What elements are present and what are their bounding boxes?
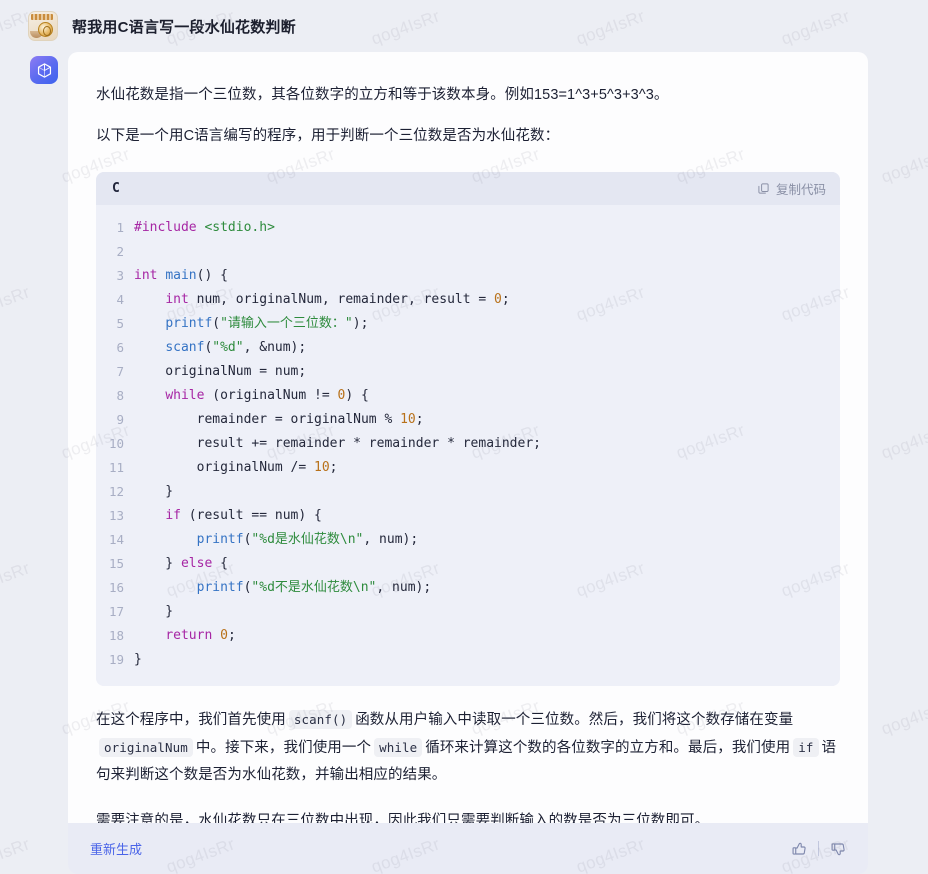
paragraph-intro: 水仙花数是指一个三位数，其各位数字的立方和等于该数本身。例如153=1^3+5^… [96, 87, 669, 103]
inline-code-if: if [793, 738, 819, 757]
code-line: 18 return 0; [96, 624, 840, 648]
line-number: 10 [108, 436, 124, 451]
line-number: 18 [108, 628, 124, 643]
inline-code-while: while [374, 738, 423, 757]
line-number: 17 [108, 604, 124, 619]
user-message-row: 帮我用C语言写一段水仙花数判断 [0, 0, 928, 52]
line-number: 19 [108, 652, 124, 667]
user-message-text: 帮我用C语言写一段水仙花数判断 [72, 18, 296, 36]
line-number: 8 [116, 388, 124, 403]
watermark-text: qog4IsRr [0, 834, 33, 874]
watermark-text: qog4IsRr [0, 282, 33, 325]
code-line: 1 #include <stdio.h> [96, 216, 840, 240]
explanation-text-4: 循环来计算这个数的各位数字的立方和。最后，我们使用 [425, 740, 791, 756]
user-avatar [28, 11, 58, 41]
paragraph-explanation: 在这个程序中，我们首先使用 scanf() 函数从用户输入中读取一个三位数。然后，我… [96, 706, 840, 789]
line-number: 5 [116, 316, 124, 331]
line-number: 9 [116, 412, 124, 427]
code-line: 8 while (originalNum != 0) { [96, 384, 840, 408]
line-number: 12 [108, 484, 124, 499]
code-block: C 复制代码 1 #include <stdio.h> 2 3 int main… [96, 172, 840, 686]
copy-icon [758, 183, 769, 194]
line-content: while (originalNum != 0) { [165, 388, 369, 403]
watermark-text: qog4IsRr [0, 558, 33, 601]
regenerate-button[interactable]: 重新生成 [90, 839, 142, 858]
code-line: 4 int num, originalNum, remainder, resul… [96, 288, 840, 312]
line-content: } [134, 652, 142, 667]
code-line: 9 remainder = originalNum % 10; [96, 408, 840, 432]
code-line: 16 printf("%d不是水仙花数\n", num); [96, 576, 840, 600]
paragraph-lead-in: 以下是一个用C语言编写的程序，用于判断一个三位数是否为水仙花数： [96, 128, 560, 144]
avatar-decor-bar [31, 14, 53, 20]
watermark-text: qog4IsRr [878, 420, 928, 463]
code-line: 13 if (result == num) { [96, 504, 840, 528]
code-language-label: C [112, 181, 120, 196]
line-number: 11 [108, 460, 124, 475]
line-content: originalNum = num; [134, 364, 307, 379]
watermark-text: qog4IsRr [878, 696, 928, 739]
line-number: 6 [116, 340, 124, 355]
line-content: #include <stdio.h> [134, 220, 275, 235]
line-content: } [134, 604, 174, 619]
line-content: int main() { [134, 268, 228, 283]
line-content: } else { [134, 556, 228, 571]
watermark-text: qog4IsRr [878, 144, 928, 187]
code-line: 2 [96, 240, 840, 264]
thumbs-down-icon[interactable] [830, 841, 846, 857]
line-number: 2 [116, 244, 124, 259]
code-line: 17 } [96, 600, 840, 624]
line-content: printf("请输入一个三位数："); [165, 316, 369, 331]
line-number: 14 [108, 532, 124, 547]
inline-code-originalnum: originalNum [99, 738, 193, 757]
cube-icon [37, 62, 51, 78]
code-line: 10 result += remainder * remainder * rem… [96, 432, 840, 456]
message-footer: 重新生成 [68, 823, 868, 874]
feedback-divider [818, 841, 819, 856]
feedback-controls [791, 841, 846, 857]
line-content: result += remainder * remainder * remain… [134, 436, 541, 451]
line-content: return 0; [165, 628, 236, 643]
inline-code-scanf: scanf() [288, 710, 353, 729]
line-content: if (result == num) { [165, 508, 322, 523]
thumbs-up-icon[interactable] [791, 841, 807, 857]
line-content: scanf("%d", &num); [165, 340, 307, 355]
line-number: 3 [116, 268, 124, 283]
explanation-text-2: 函数从用户输入中读取一个三位数。然后，我们将这个数存储在变量 [355, 712, 794, 728]
line-content: remainder = originalNum % 10; [134, 412, 424, 427]
chat-page: 帮我用C语言写一段水仙花数判断 水仙花数是指一个三位数，其各位数字的立方和等于该… [0, 0, 928, 874]
code-line: 12 } [96, 480, 840, 504]
explanation-text-1: 在这个程序中，我们首先使用 [96, 712, 286, 728]
explanation-text-3: 中。接下来，我们使用一个 [195, 740, 372, 756]
line-content: int num, originalNum, remainder, result … [165, 292, 510, 307]
line-number: 13 [108, 508, 124, 523]
line-number: 1 [116, 220, 124, 235]
code-block-header: C 复制代码 [96, 172, 840, 205]
avatar-decor-coin [38, 22, 53, 37]
code-line: 15 } else { [96, 552, 840, 576]
copy-code-label: 复制代码 [775, 183, 826, 197]
line-number: 4 [116, 292, 124, 307]
line-content: originalNum /= 10; [134, 460, 338, 475]
code-line: 11 originalNum /= 10; [96, 456, 840, 480]
code-line: 6 scanf("%d", &num); [96, 336, 840, 360]
code-line: 19 } [96, 648, 840, 672]
code-block-body[interactable]: 1 #include <stdio.h> 2 3 int main() { 4 … [96, 205, 840, 686]
line-content: } [134, 484, 174, 499]
line-content: printf("%d不是水仙花数\n", num); [196, 580, 432, 595]
line-number: 15 [108, 556, 124, 571]
code-line: 3 int main() { [96, 264, 840, 288]
line-number: 7 [116, 364, 124, 379]
code-line: 5 printf("请输入一个三位数："); [96, 312, 840, 336]
code-line: 7 originalNum = num; [96, 360, 840, 384]
assistant-avatar [30, 56, 58, 84]
copy-code-button[interactable]: 复制代码 [757, 179, 826, 198]
code-line: 14 printf("%d是水仙花数\n", num); [96, 528, 840, 552]
line-number: 16 [108, 580, 124, 595]
assistant-message-bubble: 水仙花数是指一个三位数，其各位数字的立方和等于该数本身。例如153=1^3+5^… [68, 52, 868, 829]
line-content: printf("%d是水仙花数\n", num); [196, 532, 419, 547]
